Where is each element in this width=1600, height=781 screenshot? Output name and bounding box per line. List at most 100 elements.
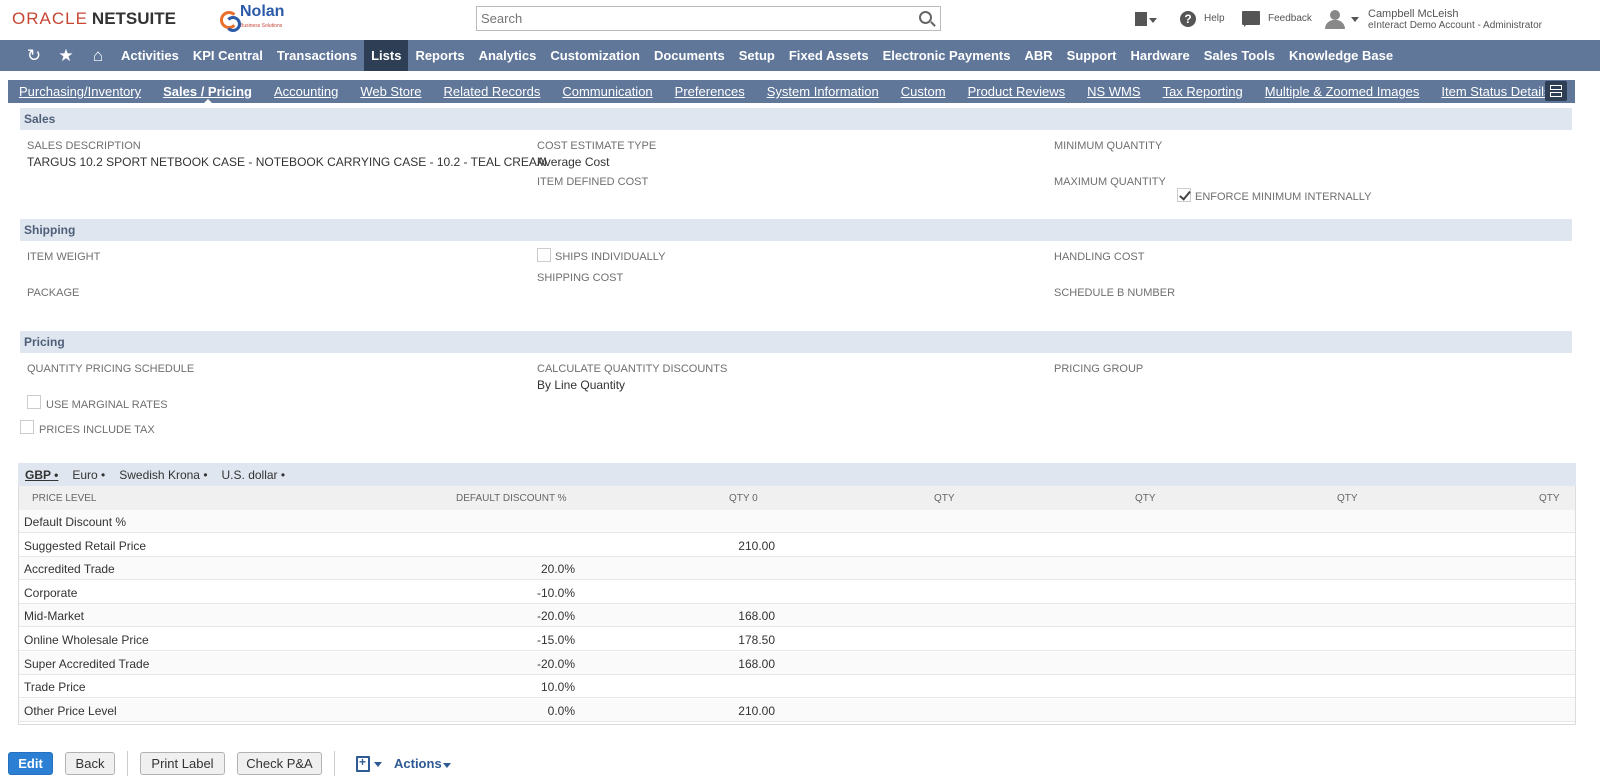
nav-knowledge-base[interactable]: Knowledge Base: [1282, 40, 1400, 71]
nav-reports[interactable]: Reports: [408, 40, 471, 71]
brand-netsuite-text: NETSUITE: [91, 9, 176, 28]
tab-accounting[interactable]: Accounting: [263, 80, 349, 103]
table-row[interactable]: Trade Price 10.0%: [19, 675, 1575, 699]
handling-cost-label: HANDLING COST: [1054, 251, 1145, 263]
feedback-link[interactable]: Feedback: [1268, 13, 1312, 24]
currency-separator: •: [280, 467, 286, 482]
global-search: [476, 6, 941, 31]
user-avatar-icon[interactable]: [1324, 9, 1346, 29]
print-label-button[interactable]: Print Label: [140, 752, 225, 775]
enforce-minimum-checkbox[interactable]: [1177, 188, 1191, 202]
currency-tab-us-dollar[interactable]: U.S. dollar •: [222, 468, 286, 482]
user-menu-caret-icon[interactable]: [1351, 17, 1359, 22]
help-link[interactable]: Help: [1204, 13, 1225, 24]
new-record-icon[interactable]: [356, 755, 370, 772]
section-shipping-header[interactable]: Shipping: [20, 219, 1572, 241]
back-button[interactable]: Back: [65, 752, 115, 775]
table-row[interactable]: Corporate -10.0%: [19, 581, 1575, 604]
tab-sales-pricing[interactable]: Sales / Pricing: [152, 80, 263, 104]
currency-separator: •: [101, 467, 106, 482]
actions-caret-icon[interactable]: [443, 763, 451, 768]
tab-tax-reporting[interactable]: Tax Reporting: [1152, 80, 1254, 103]
col-qty-2[interactable]: QTY: [1135, 493, 1156, 504]
ships-individually-checkbox[interactable]: [537, 248, 551, 262]
tab-preferences[interactable]: Preferences: [664, 80, 756, 103]
home-icon[interactable]: ⌂: [82, 40, 114, 71]
nav-setup[interactable]: Setup: [732, 40, 782, 71]
feedback-icon[interactable]: [1242, 11, 1260, 27]
nav-kpi-central[interactable]: KPI Central: [186, 40, 270, 71]
nav-hardware[interactable]: Hardware: [1123, 40, 1196, 71]
prices-include-tax-checkbox[interactable]: [20, 420, 34, 434]
nav-activities[interactable]: Activities: [114, 40, 186, 71]
tab-web-store[interactable]: Web Store: [349, 80, 432, 103]
table-row[interactable]: Online Wholesale Price -15.0% 178.50: [19, 628, 1575, 651]
nav-lists[interactable]: Lists: [364, 40, 409, 71]
star-icon[interactable]: ★: [50, 40, 82, 71]
calc-qty-discounts-value: By Line Quantity: [537, 378, 626, 392]
recent-records-icon[interactable]: [1135, 10, 1157, 28]
oracle-netsuite-logo[interactable]: ORACLE NETSUITE: [12, 9, 176, 29]
qty-0-cell: 168.00: [738, 656, 775, 671]
tab-ns-wms[interactable]: NS WMS: [1076, 80, 1151, 103]
currency-tab-gbp[interactable]: GBP •: [25, 468, 58, 482]
nav-fixed-assets[interactable]: Fixed Assets: [782, 40, 876, 71]
table-row[interactable]: Accredited Trade 20.0%: [19, 557, 1575, 581]
nav-documents[interactable]: Documents: [647, 40, 732, 71]
tab-system-information[interactable]: System Information: [756, 80, 890, 103]
col-default-discount[interactable]: DEFAULT DISCOUNT %: [456, 493, 567, 504]
recent-icon[interactable]: ↻: [18, 40, 50, 71]
price-level-cell: Mid-Market: [24, 609, 85, 624]
nav-support[interactable]: Support: [1060, 40, 1124, 71]
nav-sales-tools[interactable]: Sales Tools: [1197, 40, 1282, 71]
nav-customization[interactable]: Customization: [543, 40, 647, 71]
default-discount-cell: 20.0%: [540, 562, 575, 577]
enforce-minimum-label: ENFORCE MINIMUM INTERNALLY: [1195, 191, 1372, 203]
tab-item-status-details[interactable]: Item Status Details: [1430, 80, 1561, 103]
table-row[interactable]: Other Price Level 0.0% 210.00: [19, 698, 1575, 722]
tab-custom[interactable]: Custom: [890, 80, 957, 103]
item-weight-label: ITEM WEIGHT: [27, 251, 101, 263]
col-qty-3[interactable]: QTY: [1337, 493, 1358, 504]
col-qty-4[interactable]: QTY: [1539, 493, 1560, 504]
new-record-caret-icon[interactable]: [374, 762, 382, 767]
nav-abr[interactable]: ABR: [1017, 40, 1059, 71]
col-qty-0[interactable]: QTY 0: [729, 493, 758, 504]
default-discount-cell: -20.0%: [536, 656, 575, 671]
default-discount-cell: -20.0%: [536, 609, 575, 624]
subtab-menu-icon[interactable]: [1545, 81, 1567, 101]
nav-transactions[interactable]: Transactions: [270, 40, 364, 71]
search-icon[interactable]: [919, 11, 932, 24]
edit-button[interactable]: Edit: [8, 752, 53, 775]
default-discount-cell: 10.0%: [540, 680, 575, 695]
table-row[interactable]: Suggested Retail Price 210.00: [19, 534, 1575, 557]
col-price-level[interactable]: PRICE LEVEL: [32, 493, 96, 504]
table-row[interactable]: Super Accredited Trade -20.0% 168.00: [19, 651, 1575, 675]
user-name[interactable]: Campbell McLeish: [1368, 8, 1458, 20]
nav-electronic-payments[interactable]: Electronic Payments: [876, 40, 1018, 71]
check-pa-button[interactable]: Check P&A: [237, 752, 322, 775]
tab-related-records[interactable]: Related Records: [433, 80, 552, 103]
currency-tab-euro[interactable]: Euro •: [72, 468, 105, 482]
tab-product-reviews[interactable]: Product Reviews: [957, 80, 1077, 103]
table-row[interactable]: Default Discount %: [19, 510, 1575, 533]
search-input[interactable]: [477, 7, 897, 30]
table-row[interactable]: Mid-Market -20.0% 168.00: [19, 604, 1575, 628]
record-subtabs: Purchasing/Inventory Sales / Pricing Acc…: [8, 80, 1575, 104]
actions-menu[interactable]: Actions: [394, 756, 442, 771]
use-marginal-rates-checkbox[interactable]: [27, 395, 41, 409]
section-sales-header[interactable]: Sales: [20, 108, 1572, 130]
tab-communication[interactable]: Communication: [551, 80, 663, 103]
help-icon[interactable]: ?: [1180, 11, 1196, 27]
price-level-cell: Corporate: [24, 585, 78, 600]
col-qty-1[interactable]: QTY: [934, 493, 955, 504]
brand-oracle-text: ORACLE: [12, 9, 88, 28]
tab-multiple-zoomed-images[interactable]: Multiple & Zoomed Images: [1254, 80, 1431, 103]
currency-tab-swedish-krona[interactable]: Swedish Krona •: [119, 468, 207, 482]
button-divider: [334, 751, 335, 776]
pricing-group-label: PRICING GROUP: [1054, 363, 1144, 375]
nav-analytics[interactable]: Analytics: [472, 40, 544, 71]
tab-purchasing-inventory[interactable]: Purchasing/Inventory: [8, 80, 152, 103]
section-pricing-header[interactable]: Pricing: [20, 331, 1572, 353]
default-discount-cell: 0.0%: [547, 703, 575, 718]
